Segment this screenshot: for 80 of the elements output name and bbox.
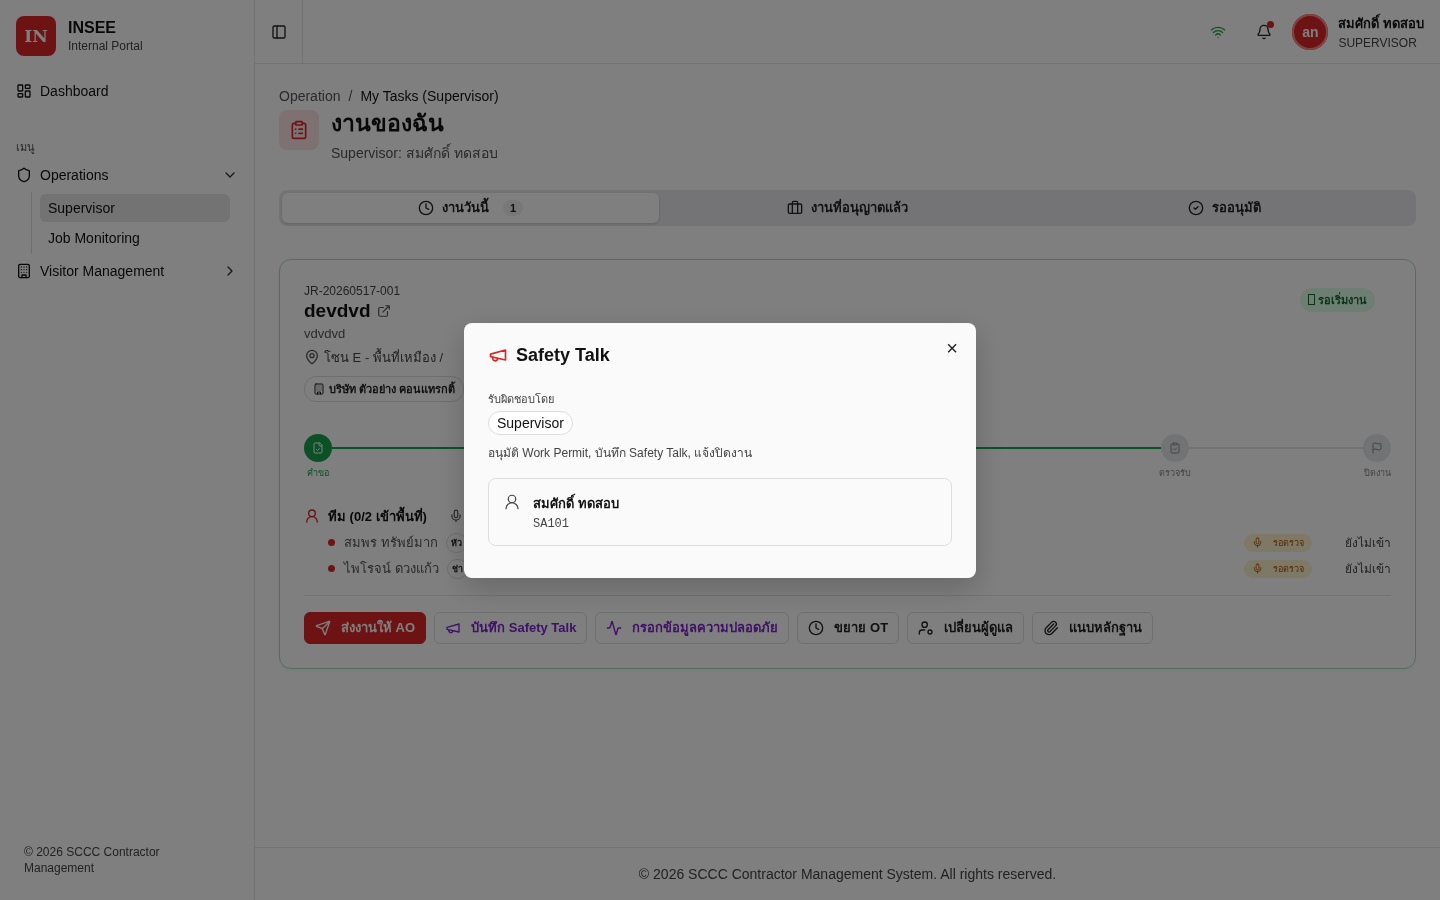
check-badge: รอตรวจ [1244,559,1312,578]
activity-icon [606,619,623,636]
microphone-icon [448,509,463,524]
job-title: devdvd [304,299,371,322]
file-check-icon [312,441,324,454]
step-label: ปิดงาน [1363,466,1391,480]
user-icon [503,492,521,511]
entry-status: ยังไม่เข้า [1345,535,1391,553]
user-icon [304,508,320,525]
breadcrumb-separator: / [348,88,353,104]
action-button[interactable]: แนบหลักฐาน [1032,611,1154,644]
breadcrumb-link[interactable]: My Tasks (Supervisor) [360,88,499,104]
status-badge: รอเริ่มงาน [1300,287,1375,312]
clipboard-check-icon [1169,441,1181,454]
action-button[interactable]: กรอกข้อมูลความปลอดภัย [595,611,790,644]
member-name: สมพร ทรัพย์มาก [344,534,438,553]
entry-status: ยังไม่เข้า [1345,561,1391,579]
microphone-icon [1252,537,1263,549]
action-button[interactable]: ส่งงานให้ AO [304,611,427,644]
paperclip-icon [1043,619,1060,636]
section-label: เมนู [15,140,36,156]
shield-icon [16,167,32,183]
action-button[interactable]: ขยาย OT [797,611,900,644]
person-card[interactable]: สมศักดิ์ ทดสอบ SA101 [488,477,952,546]
tab[interactable]: งานวันนี้ 1 [282,192,659,223]
job-description: vdvdvd [304,325,347,341]
flag-icon [1371,441,1383,454]
external-link-icon [376,303,391,318]
map-pin-icon [304,349,320,366]
close-button[interactable]: × [944,338,960,357]
square-icon [1308,294,1315,306]
send-icon [315,619,331,636]
sidebar-toggle-icon [270,23,287,40]
brand-subtitle: Internal Portal [68,39,143,53]
microphone-icon [1252,563,1263,575]
sidebar-item[interactable]: Visitor Management [8,256,246,286]
sidebar-item[interactable]: Dashboard [8,76,246,106]
sidebar-subitem[interactable]: Supervisor [40,194,230,222]
clock-icon [808,619,825,636]
sidebar-item[interactable]: Operations [8,160,246,190]
footer-text: © 2026 SCCC Contractor Management System. All rights reserved. [638,866,1057,882]
breadcrumb-link[interactable]: Operation [279,88,341,104]
check-badge: รอตรวจ [1244,533,1312,552]
action-button[interactable]: เปลี่ยนผู้ดูแล [907,611,1025,644]
clipboard-icon [289,120,309,140]
tab[interactable]: งานที่อนุญาตแล้ว [659,192,1036,223]
dialog-title: Safety Talk [516,344,610,366]
permissions-text: อนุมัติ Work Permit, บันทึก Safety Talk, แจ้งปิดงาน [488,444,754,462]
user-settings-icon [918,619,935,636]
briefcase-icon [787,199,803,216]
person-code: SA101 [533,516,570,531]
person-name: สมศักดิ์ ทดสอบ [533,492,619,513]
user-avatar[interactable]: an [1292,13,1329,50]
page-subtitle: Supervisor: สมศักดิ์ ทดสอบ [331,142,498,163]
step-label: คำขอ [307,466,329,480]
user-role: SUPERVISOR [1338,36,1418,50]
page-title: งานของฉัน [331,110,445,138]
brand-name: INSEE [68,19,117,37]
responsible-label: รับผิดชอบโดย [488,391,555,407]
job-id: JR-20260517-001 [304,283,402,298]
company-chip: บริษัท ตัวอย่าง คอนแทรกติ้ [304,375,465,402]
check-circle-icon [1188,199,1204,216]
logo-badge: IN [16,16,56,56]
team-title: ทีม (0/2 เข้าพื้นที่) [328,505,427,526]
dashboard-icon [16,83,32,99]
unread-dot [1267,20,1275,28]
tab-count: 1 [502,199,524,216]
sidebar-subitem[interactable]: Job Monitoring [40,224,230,252]
action-button[interactable]: บันทึก Safety Talk [434,611,588,644]
step-label: ตรวจรับ [1159,466,1191,480]
building-icon [16,263,32,279]
clock-icon [417,199,434,216]
sidebar-footer: © 2026 SCCC Contractor Management [0,827,254,900]
user-name: สมศักดิ์ ทดสอบ [1338,13,1424,34]
notification-icon [1256,23,1273,40]
building-icon [313,382,325,395]
tab[interactable]: รออนุมัติ [1036,192,1413,223]
job-location: โซน E - พื้นที่เหมือง / [324,347,444,367]
member-name: ไพโรจน์ ดวงแก้ว [344,560,439,579]
role-chip: Supervisor [488,410,573,435]
